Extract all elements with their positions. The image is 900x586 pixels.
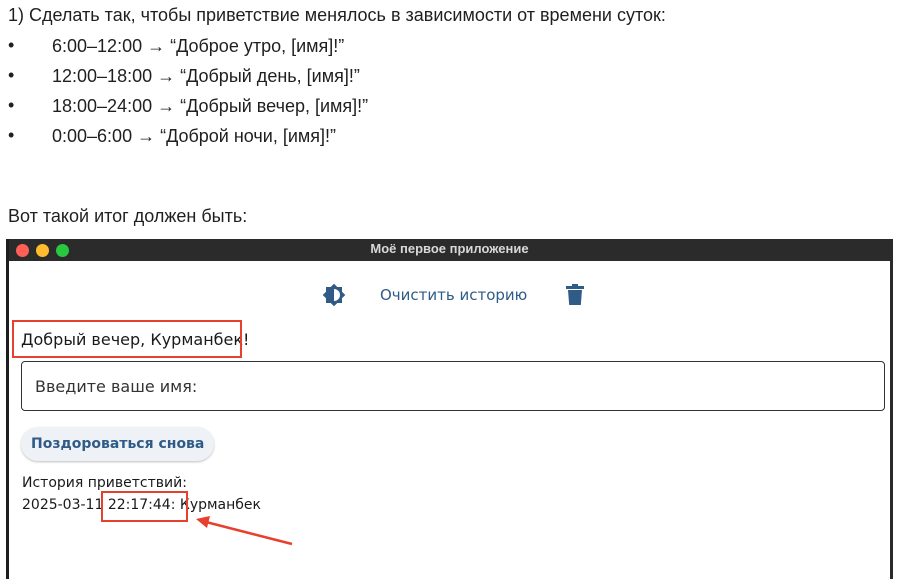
bullet-marker: •	[8, 125, 15, 145]
page: 1) Сделать так, чтобы приветствие меняло…	[0, 0, 900, 586]
trash-icon[interactable]	[564, 283, 586, 312]
bullet-text: 18:00–24:00 → “Добрый вечер, [имя]!”	[52, 96, 369, 116]
bullet-text: 6:00–12:00 → “Доброе утро, [имя]!”	[52, 36, 345, 56]
window-title: Моё первое приложение	[370, 241, 529, 256]
result-line: Вот такой итог должен быть:	[8, 206, 248, 226]
clear-history-button[interactable]: Очистить историю	[380, 286, 527, 304]
brightness-icon[interactable]	[322, 283, 346, 312]
name-input[interactable]	[21, 361, 885, 411]
greet-again-button[interactable]: Поздороваться снова	[21, 427, 215, 461]
bullet-text: 0:00–6:00 → “Доброй ночи, [имя]!”	[52, 126, 337, 146]
history-date: 2025-03-11	[22, 497, 104, 513]
bullet-text: 12:00–18:00 → “Добрый день, [имя]!”	[52, 66, 360, 86]
history-label: История приветствий:	[22, 475, 187, 491]
greeting-highlight-box	[12, 320, 242, 358]
time-highlight-box	[101, 491, 188, 522]
arrow-icon	[196, 516, 293, 546]
app-window: Моё первое приложение Очистить историю Д…	[6, 239, 893, 579]
title-bar: Моё первое приложение	[9, 239, 890, 261]
bullet-marker: •	[8, 65, 15, 85]
bullet-marker: •	[8, 95, 15, 115]
bullet-marker: •	[8, 35, 15, 55]
task-line: 1) Сделать так, чтобы приветствие меняло…	[8, 5, 666, 25]
